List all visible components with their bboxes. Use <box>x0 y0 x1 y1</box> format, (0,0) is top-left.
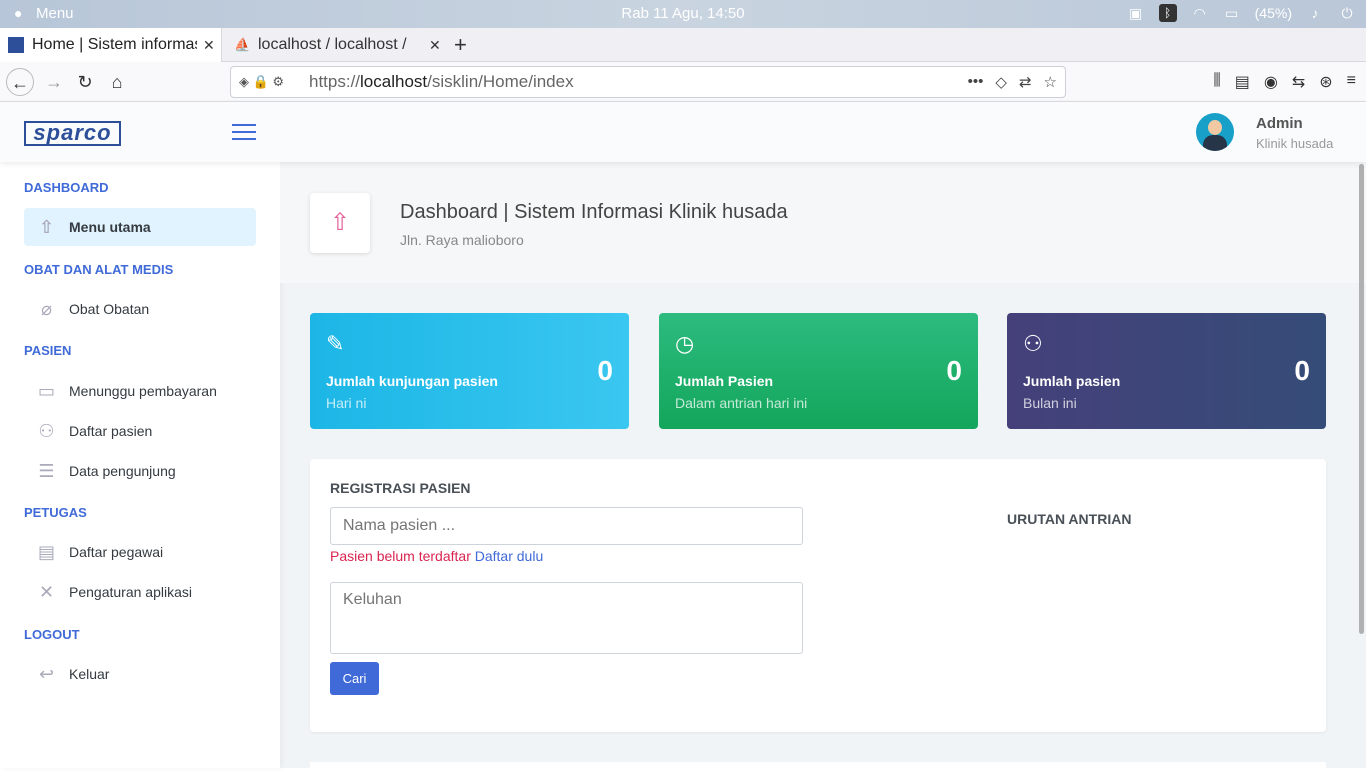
tab-title: localhost / localhost / <box>258 36 407 53</box>
users-icon: ⚇ <box>38 420 55 441</box>
page-subtitle: Jln. Raya malioboro <box>400 232 524 248</box>
url-text[interactable]: https://localhost/sisklin/Home/index <box>309 72 574 92</box>
sidebar-icon[interactable]: ▤ <box>1235 72 1250 92</box>
hamburger-menu-icon[interactable]: ≡ <box>1347 72 1356 92</box>
sidebar-item-keluar[interactable]: ↩ Keluar <box>24 655 256 693</box>
page-scrollbar[interactable] <box>1359 164 1364 634</box>
account-icon[interactable]: ◉ <box>1264 72 1278 92</box>
tab-title: Home | Sistem informasi <box>32 36 197 53</box>
app-root: sparco Admin Klinik husada DASHBOARD ⇧ M… <box>0 102 1366 772</box>
rocket-icon: ⇧ <box>310 193 370 253</box>
tab-phpmyadmin[interactable]: ⛵ localhost / localhost / ✕ <box>226 28 446 62</box>
sidebar-item-data-pengunjung[interactable]: ☰ Data pengunjung <box>24 452 256 490</box>
browser-nav-bar: ← → ↻ ⌂ ◈ 🔒 ⚙ https://localhost/sisklin/… <box>0 62 1366 102</box>
phpmyadmin-favicon-icon: ⛵ <box>234 37 251 52</box>
tab-home[interactable]: Home | Sistem informasi ✕ <box>0 28 222 62</box>
page-title-bar: ⇧ Dashboard | Sistem Informasi Klinik hu… <box>280 162 1366 283</box>
sidebar-heading-pasien: PASIEN <box>24 343 72 358</box>
back-arrow-icon: ↩ <box>38 663 55 684</box>
tools-icon: ✕ <box>38 581 55 602</box>
extension-icon[interactable]: ⊛ <box>1319 72 1332 92</box>
wifi-icon[interactable]: ◠ <box>1191 4 1209 22</box>
bookmark-star-icon[interactable]: ☆ <box>1044 73 1057 91</box>
home-icon[interactable]: ⌂ <box>103 68 131 96</box>
security-icons[interactable]: ◈ 🔒 ⚙ <box>239 74 309 90</box>
sidebar-item-obat-obatan[interactable]: ⌀ Obat Obatan <box>24 290 256 328</box>
rocket-icon: ⇧ <box>38 216 55 237</box>
stat-value: 0 <box>597 355 613 386</box>
registration-heading: REGISTRASI PASIEN <box>330 480 471 496</box>
pocket-icon[interactable]: ◇ <box>995 73 1007 91</box>
unregistered-warning: Pasien belum terdaftar Daftar dulu <box>330 548 544 564</box>
close-tab-icon[interactable]: ✕ <box>203 37 215 54</box>
search-button[interactable]: Cari <box>330 662 379 695</box>
address-bar[interactable]: ◈ 🔒 ⚙ https://localhost/sisklin/Home/ind… <box>230 66 1066 98</box>
stopwatch-icon: ◷ <box>675 331 695 356</box>
sidebar-item-daftar-pasien[interactable]: ⚇ Daftar pasien <box>24 412 256 450</box>
more-icon[interactable]: ••• <box>968 73 984 91</box>
next-panel <box>310 762 1326 772</box>
volume-icon[interactable]: ♪ <box>1306 4 1324 22</box>
page-title: Dashboard | Sistem Informasi Klinik husa… <box>400 201 788 223</box>
wallet-icon: ▭ <box>37 380 55 401</box>
avatar[interactable] <box>1196 113 1234 151</box>
edit-icon: ✎ <box>326 331 345 356</box>
users-icon: ⚇ <box>1023 331 1043 356</box>
battery-icon[interactable]: ▭ <box>1223 4 1241 22</box>
logo[interactable]: sparco <box>24 121 121 146</box>
drive-icon[interactable]: ▣ <box>1127 4 1145 22</box>
register-link[interactable]: Daftar dulu <box>475 548 543 564</box>
patient-name-input[interactable] <box>330 507 803 545</box>
stat-value: 0 <box>946 355 962 386</box>
user-role: Klinik husada <box>1256 136 1334 151</box>
reload-icon[interactable]: ↻ <box>71 68 99 96</box>
power-icon[interactable]: ⏻ <box>1338 4 1356 22</box>
translate-icon[interactable]: ⇄ <box>1019 73 1032 91</box>
sidebar-heading-dashboard: DASHBOARD <box>24 180 109 195</box>
battery-percent: (45%) <box>1254 5 1292 21</box>
main-content: ⇧ Dashboard | Sistem Informasi Klinik hu… <box>280 162 1366 772</box>
sidebar-item-pengaturan-aplikasi[interactable]: ✕ Pengaturan aplikasi <box>24 573 256 611</box>
stat-value: 0 <box>1294 355 1310 386</box>
registration-panel: REGISTRASI PASIEN Pasien belum terdaftar… <box>310 459 1326 732</box>
queue-heading: URUTAN ANTRIAN <box>1007 511 1132 527</box>
sidebar-toggle-icon[interactable] <box>232 124 256 145</box>
sidebar-heading-obat: OBAT DAN ALAT MEDIS <box>24 262 174 277</box>
back-icon[interactable]: ← <box>6 68 34 96</box>
stat-card-antrian: ◷ Jumlah Pasien Dalam antrian hari ini 0 <box>659 313 978 429</box>
clipboard-icon: ☰ <box>38 460 55 481</box>
id-card-icon: ▤ <box>37 541 55 562</box>
sidebar-item-menu-utama[interactable]: ⇧ Menu utama <box>24 208 256 246</box>
system-tray: ▣ ᛒ ◠ ▭ (45%) ♪ ⏻ <box>1127 4 1356 22</box>
sidebar-heading-logout: LOGOUT <box>24 627 80 642</box>
sidebar-item-menunggu-pembayaran[interactable]: ▭ Menunggu pembayaran <box>24 372 256 410</box>
close-tab-icon[interactable]: ✕ <box>429 37 441 54</box>
pill-icon: ⌀ <box>41 298 52 319</box>
user-name[interactable]: Admin <box>1256 115 1303 132</box>
browser-tab-bar: Home | Sistem informasi ✕ ⛵ localhost / … <box>0 28 1366 62</box>
forward-icon[interactable]: → <box>40 68 68 96</box>
system-top-bar: ● Menu Rab 11 Agu, 14:50 ▣ ᛒ ◠ ▭ (45%) ♪… <box>0 0 1366 28</box>
sidebar: DASHBOARD ⇧ Menu utama OBAT DAN ALAT MED… <box>0 162 280 768</box>
translate-ext-icon[interactable]: ⇆ <box>1292 72 1305 92</box>
bluetooth-icon[interactable]: ᛒ <box>1158 4 1177 22</box>
new-tab-icon[interactable]: + <box>454 32 467 58</box>
sidebar-item-daftar-pegawai[interactable]: ▤ Daftar pegawai <box>24 533 256 571</box>
app-header: sparco Admin Klinik husada <box>0 102 1366 162</box>
complaint-textarea[interactable] <box>330 582 803 654</box>
stat-card-kunjungan: ✎ Jumlah kunjungan pasien Hari ni 0 <box>310 313 629 429</box>
library-icon[interactable]: ⫼ <box>1213 72 1220 92</box>
site-favicon-icon <box>8 37 24 53</box>
stat-card-bulan: ⚇ Jumlah pasien Bulan ini 0 <box>1007 313 1326 429</box>
sidebar-heading-petugas: PETUGAS <box>24 505 87 520</box>
